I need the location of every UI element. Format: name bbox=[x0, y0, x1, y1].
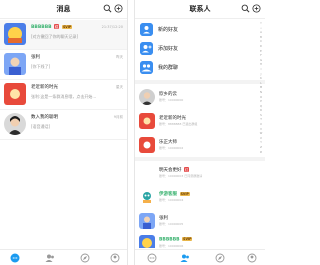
discover-icon[interactable] bbox=[215, 253, 225, 263]
contact-name: 明天会更好 红 bbox=[159, 167, 190, 173]
message-sender: 老近新的时光 bbox=[31, 85, 58, 90]
add-friend-icon bbox=[140, 42, 153, 55]
avatar bbox=[139, 89, 155, 105]
alphabet-letter[interactable]: # bbox=[259, 151, 263, 156]
contact-sub: 账号：10000000 bbox=[159, 98, 184, 102]
avatar bbox=[139, 189, 155, 205]
contact-sub: 账号：10000006 bbox=[159, 244, 184, 248]
contact-name: BBBBBB SVIP bbox=[159, 237, 193, 243]
group-icon bbox=[140, 61, 153, 74]
contact-name: 老近新的时光 bbox=[159, 116, 186, 121]
avatar bbox=[4, 83, 26, 105]
message-item[interactable]: 张利 昨天 [你下线了] bbox=[0, 50, 127, 80]
alphabet-index[interactable]: ↑ ☆ A B C D E F G H I J K L M N O P Q R S T U V W X Y Z # bbox=[259, 22, 263, 155]
message-sender: BBBBBB 红 SVIP bbox=[31, 24, 73, 30]
contact-item[interactable]: 老近新的时光 账号：8888888 已退出群组 bbox=[135, 110, 265, 132]
my-groups-row[interactable]: 我的群聊 bbox=[135, 59, 265, 77]
bottom-nav bbox=[135, 249, 265, 265]
contact-item[interactable]: 明天会更好 红 账号：10000003 已同意群邀请 bbox=[135, 162, 265, 184]
contact-item[interactable]: 伊游客服 SVIP 账号：10000004 bbox=[135, 186, 265, 208]
contact-item[interactable]: 张利 账号：10000005 bbox=[135, 210, 265, 232]
profile-icon[interactable] bbox=[110, 253, 120, 263]
my-groups-label: 我的群聊 bbox=[158, 65, 179, 71]
message-preview: 张利:这是一条群消息哦，点击开始... bbox=[31, 94, 97, 99]
avatar bbox=[4, 53, 26, 75]
plus-circle-icon[interactable] bbox=[252, 4, 261, 13]
avatar bbox=[4, 113, 26, 135]
message-item[interactable]: 老近新的时光 星天 张利:这是一条群消息哦，点击开始... bbox=[0, 80, 127, 110]
add-friend-label: 添加好友 bbox=[158, 46, 179, 52]
search-icon[interactable] bbox=[103, 4, 112, 13]
messages-panel: 消息 BBBBBB 红 SVIP 21:37/12:20 [对方撤回了你的聊天记… bbox=[0, 0, 128, 265]
search-icon[interactable] bbox=[241, 4, 250, 13]
divider bbox=[135, 80, 265, 84]
contacts-icon[interactable] bbox=[45, 253, 55, 263]
contact-sub: 账号：8888888 已退出群组 bbox=[159, 122, 198, 126]
avatar bbox=[139, 137, 155, 153]
status-badge: 红 bbox=[54, 24, 60, 29]
message-time: 星天 bbox=[116, 85, 123, 89]
message-time: 9月前 bbox=[113, 115, 123, 119]
contacts-panel: 联系人 新的好友 添加好友 我的群聊 欣乡的云 账号：10000000 老近新的… bbox=[134, 0, 265, 265]
contact-name: 欣乡的云 bbox=[159, 92, 177, 97]
avatar bbox=[4, 23, 26, 45]
divider bbox=[135, 157, 265, 161]
plus-circle-icon[interactable] bbox=[114, 4, 123, 13]
contact-sub: 账号：10000002 bbox=[159, 146, 184, 150]
message-sender: 张利 bbox=[31, 55, 40, 60]
contact-sub: 账号：10000004 bbox=[159, 198, 184, 202]
avatar bbox=[139, 235, 155, 248]
chat-icon[interactable] bbox=[147, 253, 157, 263]
contact-name: 张利 bbox=[159, 216, 168, 221]
bottom-nav bbox=[0, 249, 127, 265]
status-badge: 红 bbox=[183, 167, 190, 172]
user-add-icon bbox=[140, 23, 153, 36]
contact-name: 伊游客服 SVIP bbox=[159, 191, 190, 197]
messages-header: 消息 bbox=[0, 0, 127, 19]
svip-badge: SVIP bbox=[182, 237, 193, 241]
contact-item[interactable]: BBBBBB SVIP 账号：10000006 bbox=[135, 232, 265, 248]
contact-item[interactable]: 欣乡的云 账号：10000000 bbox=[135, 86, 265, 108]
message-sender: 数入我的聪明 bbox=[31, 115, 58, 120]
message-item[interactable]: BBBBBB 红 SVIP 21:37/12:20 [对方撤回了你的聊天记录] bbox=[0, 20, 127, 50]
message-preview: [你下线了] bbox=[31, 64, 51, 69]
add-friend-row[interactable]: 添加好友 bbox=[135, 40, 265, 58]
chat-icon[interactable] bbox=[10, 253, 20, 263]
profile-icon[interactable] bbox=[247, 253, 257, 263]
new-friends-row[interactable]: 新的好友 bbox=[135, 21, 265, 39]
message-item[interactable]: 数入我的聪明 9月前 [语音通话] bbox=[0, 110, 127, 140]
contacts-icon[interactable] bbox=[180, 253, 190, 263]
message-preview: [语音通话] bbox=[31, 124, 51, 129]
avatar bbox=[139, 113, 155, 129]
svip-badge: SVIP bbox=[61, 24, 73, 29]
discover-icon[interactable] bbox=[80, 253, 90, 263]
contact-sub: 账号：10000005 bbox=[159, 222, 184, 226]
new-friends-label: 新的好友 bbox=[158, 27, 179, 33]
avatar bbox=[139, 165, 155, 181]
contact-item[interactable]: 乐正大师 账号：10000002 bbox=[135, 134, 265, 156]
avatar bbox=[139, 213, 155, 229]
message-time: 21:37/12:20 bbox=[101, 25, 123, 29]
contact-sub: 账号：10000003 已同意群邀请 bbox=[159, 174, 203, 178]
contact-name: 乐正大师 bbox=[159, 140, 177, 145]
svip-badge: SVIP bbox=[179, 191, 190, 196]
message-time: 昨天 bbox=[116, 55, 123, 59]
message-preview: [对方撤回了你的聊天记录] bbox=[31, 34, 79, 39]
contacts-header: 联系人 bbox=[135, 0, 265, 19]
